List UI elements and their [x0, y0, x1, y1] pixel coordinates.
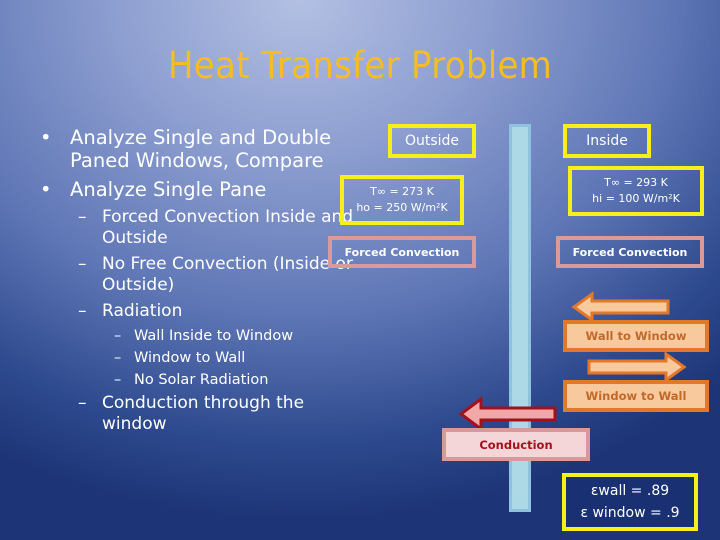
conduction-arrow-icon: [458, 396, 557, 432]
window-to-wall-arrow-icon: [587, 351, 687, 383]
sub-sub-bullet-item: – Window to Wall: [30, 349, 360, 367]
sub-bullet-text: Conduction through the window: [102, 393, 305, 434]
bullet-item: • Analyze Single and Double Paned Window…: [30, 126, 360, 172]
inside-convection-label: Forced Convection: [572, 245, 688, 259]
inside-label: Inside: [586, 133, 628, 149]
slide-title: Heat Transfer Problem: [167, 44, 553, 87]
sub-sub-bullet-text: Window to Wall: [134, 350, 246, 366]
outside-coefficient: ho = 250 W/m²K: [356, 201, 448, 214]
emissivity-box: εwall = .89 ε window = .9: [562, 473, 698, 531]
bullet-item: • Analyze Single Pane: [30, 178, 360, 201]
window-to-wall-box: Window to Wall: [563, 380, 709, 412]
sub-bullet-item: – Forced Convection Inside and Outside: [30, 207, 360, 249]
sub-sub-bullet-item: – Wall Inside to Window: [30, 327, 360, 345]
dash-marker: –: [78, 301, 87, 321]
sub-bullet-text: Forced Convection Inside and Outside: [102, 207, 354, 248]
outside-convection-label: Forced Convection: [344, 245, 460, 259]
dash-marker: –: [78, 254, 87, 274]
conduction-label: Conduction: [479, 437, 553, 452]
outside-label-box: Outside: [388, 124, 476, 158]
dash-marker: –: [114, 350, 122, 366]
dash-marker: –: [78, 207, 87, 227]
inside-temperature: T∞ = 293 K: [604, 176, 668, 189]
wall-emissivity: εwall = .89: [590, 483, 670, 499]
inside-params-box: T∞ = 293 K hi = 100 W/m²K: [568, 166, 704, 216]
bullet-marker: •: [40, 126, 52, 149]
sub-sub-bullet-text: Wall Inside to Window: [134, 328, 294, 344]
sub-bullet-text: No Free Convection (Inside or Outside): [102, 254, 353, 295]
conduction-box: Conduction: [442, 428, 590, 461]
sub-sub-bullet-item: – No Solar Radiation: [30, 371, 360, 389]
outside-convection-box: Forced Convection: [328, 236, 476, 268]
dash-marker: –: [78, 393, 87, 413]
sub-bullet-item: – Radiation: [30, 301, 360, 322]
sub-bullet-item: – No Free Convection (Inside or Outside): [30, 254, 360, 296]
sub-bullet-item: – Conduction through the window: [30, 393, 360, 435]
slide: Heat Transfer Problem • Analyze Single a…: [0, 0, 720, 540]
dash-marker: –: [114, 372, 122, 388]
outside-label: Outside: [404, 133, 460, 149]
wall-to-window-box: Wall to Window: [563, 320, 709, 352]
sub-bullet-text: Radiation: [102, 301, 183, 321]
dash-marker: –: [114, 328, 122, 344]
inside-coefficient: hi = 100 W/m²K: [592, 192, 680, 205]
wall-to-window-label: Wall to Window: [585, 329, 687, 343]
sub-sub-bullet-text: No Solar Radiation: [134, 372, 269, 388]
outside-params-box: T∞ = 273 K ho = 250 W/m²K: [340, 175, 464, 225]
window-emissivity: ε window = .9: [580, 505, 680, 521]
bullet-text: Analyze Single and Double Paned Windows,…: [70, 126, 332, 172]
window-to-wall-label: Window to Wall: [585, 389, 687, 403]
inside-convection-box: Forced Convection: [556, 236, 704, 268]
bullet-text: Analyze Single Pane: [70, 178, 267, 201]
inside-label-box: Inside: [563, 124, 651, 158]
wall-to-window-arrow-icon: [571, 291, 670, 323]
bullet-marker: •: [40, 178, 52, 201]
bullet-list: • Analyze Single and Double Paned Window…: [30, 126, 360, 440]
outside-temperature: T∞ = 273 K: [370, 185, 434, 198]
